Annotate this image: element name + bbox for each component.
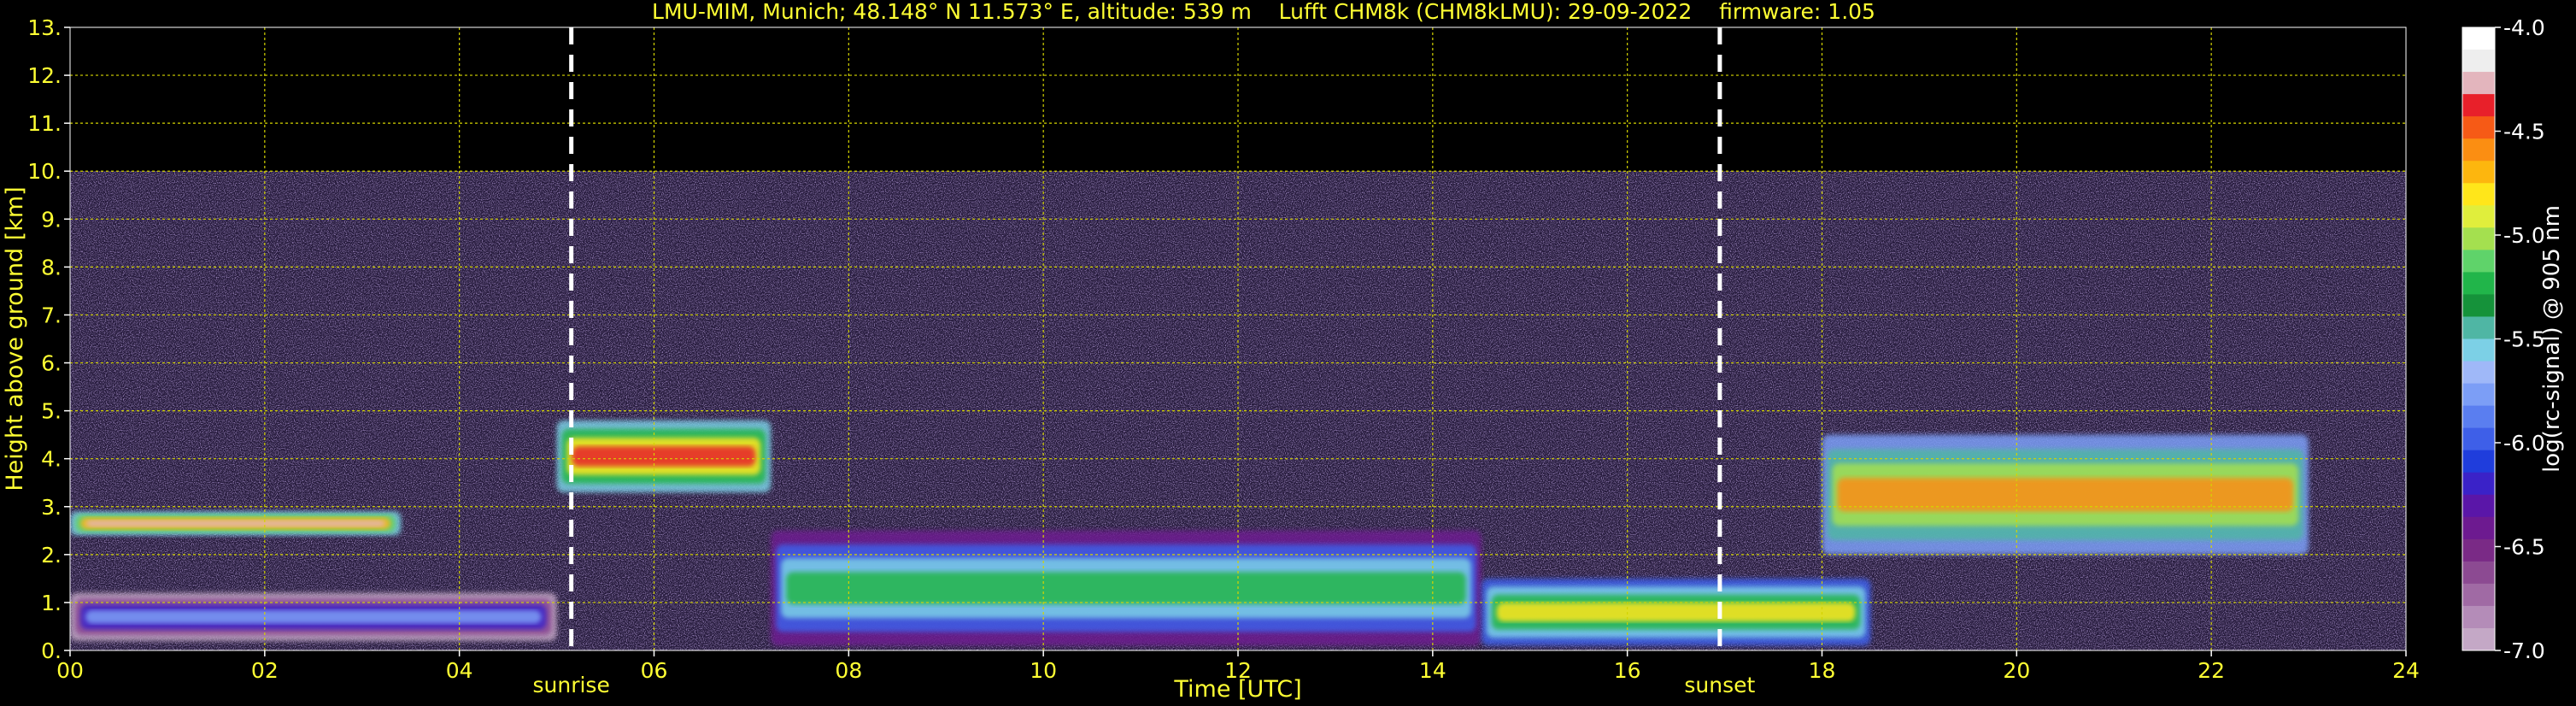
y-tick-label: 9. bbox=[41, 207, 62, 232]
colorbar-segment bbox=[2462, 561, 2495, 585]
colorbar-segment bbox=[2462, 516, 2495, 540]
x-tick-label: 04 bbox=[446, 658, 473, 683]
colorbar-segment bbox=[2462, 338, 2495, 362]
colorbar-segment bbox=[2462, 405, 2495, 429]
x-tick-label: 16 bbox=[1614, 658, 1641, 683]
feature-3 bbox=[771, 530, 1482, 646]
colorbar-segment bbox=[2462, 361, 2495, 385]
colorbar-tick-label: -6.5 bbox=[2503, 535, 2545, 560]
y-axis: 0. 1. 2. 3. 4. 5. 6. 7. 8. 9. 10. 11. 12. 13. bbox=[27, 15, 70, 663]
y-axis-label: Height above ground [km] bbox=[2, 186, 28, 491]
colorbar-segment bbox=[2462, 494, 2495, 518]
y-tick-label: 6. bbox=[41, 351, 62, 376]
ceilometer-chart: sunrise sunset 00 02 04 06 08 10 12 14 16 18 20 22 24… bbox=[2, 0, 2565, 703]
colorbar-segment bbox=[2462, 161, 2495, 184]
y-tick-label: 2. bbox=[41, 543, 62, 568]
colorbar-segment bbox=[2462, 583, 2495, 607]
feature-1 bbox=[70, 511, 402, 536]
feature-2 bbox=[556, 420, 772, 492]
x-tick-label: 06 bbox=[641, 658, 668, 683]
x-tick-label: 02 bbox=[251, 658, 279, 683]
colorbar-segment bbox=[2462, 205, 2495, 228]
colorbar-segment bbox=[2462, 227, 2495, 250]
colorbar-segment bbox=[2462, 27, 2495, 50]
colorbar-segment bbox=[2462, 294, 2495, 317]
colorbar-segment bbox=[2462, 316, 2495, 339]
feature-band bbox=[1496, 603, 1856, 622]
y-tick-label: 7. bbox=[41, 303, 62, 327]
x-tick-label: 10 bbox=[1030, 658, 1057, 683]
y-tick-label: 5. bbox=[41, 399, 62, 424]
x-tick-label: 14 bbox=[1419, 658, 1446, 683]
y-tick-label: 4. bbox=[41, 447, 62, 472]
colorbar-segment bbox=[2462, 183, 2495, 206]
colorbar-segment bbox=[2462, 605, 2495, 629]
feature-4 bbox=[1481, 578, 1871, 646]
feature-band bbox=[786, 572, 1466, 604]
y-tick-label: 0. bbox=[41, 638, 62, 663]
colorbar-tick-label: -4.5 bbox=[2503, 120, 2545, 144]
colorbar-segment bbox=[2462, 383, 2495, 407]
colorbar-segment bbox=[2462, 250, 2495, 273]
y-tick-label: 13. bbox=[27, 15, 62, 40]
x-tick-label: 24 bbox=[2392, 658, 2420, 683]
feature-band bbox=[85, 609, 542, 624]
y-tick-label: 1. bbox=[41, 591, 62, 615]
colorbar-segment bbox=[2462, 72, 2495, 95]
colorbar-tick-label: -4.0 bbox=[2503, 15, 2545, 40]
colorbar-segment bbox=[2462, 138, 2495, 162]
colorbar-label: log(rc-signal) @ 905 nm bbox=[2539, 205, 2565, 473]
colorbar-segment bbox=[2462, 627, 2495, 651]
x-tick-label: 18 bbox=[1809, 658, 1836, 683]
colorbar-segment bbox=[2462, 427, 2495, 451]
feature-5 bbox=[1822, 434, 2309, 555]
colorbar-segment bbox=[2462, 450, 2495, 474]
colorbar-segment bbox=[2462, 94, 2495, 117]
colorbar-segment bbox=[2462, 50, 2495, 73]
y-tick-label: 8. bbox=[41, 255, 62, 279]
colorbar: -4.0-4.5-5.0-5.5-6.0-6.5-7.0 bbox=[2462, 15, 2545, 663]
y-tick-label: 10. bbox=[27, 159, 62, 184]
colorbar-segment bbox=[2462, 538, 2495, 562]
y-tick-label: 3. bbox=[41, 495, 62, 520]
colorbar-segment bbox=[2462, 272, 2495, 295]
x-tick-label: 20 bbox=[2003, 658, 2030, 683]
feature-band bbox=[85, 520, 386, 527]
colorbar-segment bbox=[2462, 116, 2495, 139]
feature-band bbox=[572, 446, 756, 467]
y-tick-label: 11. bbox=[27, 111, 62, 136]
colorbar-segment bbox=[2462, 472, 2495, 496]
x-axis-label: Time [UTC] bbox=[1173, 676, 1301, 703]
x-tick-label: 08 bbox=[835, 658, 862, 683]
feature-0 bbox=[70, 592, 557, 641]
y-tick-label: 12. bbox=[27, 63, 62, 88]
x-tick-label: 22 bbox=[2198, 658, 2225, 683]
colorbar-tick-label: -7.0 bbox=[2503, 638, 2545, 663]
sunrise-label: sunrise bbox=[532, 673, 609, 697]
sunset-label: sunset bbox=[1684, 673, 1755, 697]
chart-title: LMU-MIM, Munich; 48.148° N 11.573° E, al… bbox=[652, 0, 1875, 24]
